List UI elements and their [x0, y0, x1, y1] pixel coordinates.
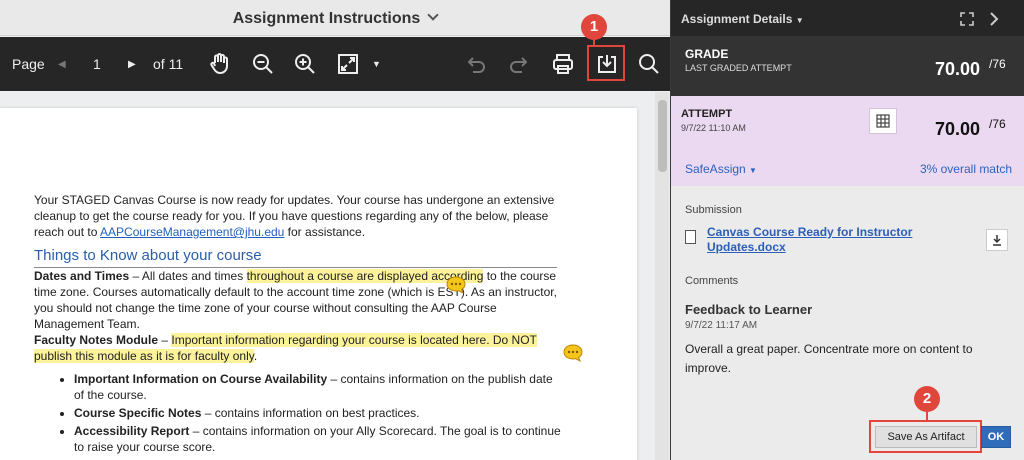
safeassign-match-link[interactable]: 3% overall match: [920, 162, 1012, 176]
panel-header: Assignment Details ▼: [671, 0, 1024, 36]
panel-title-text: Assignment Details: [681, 12, 793, 26]
file-download-button[interactable]: [986, 229, 1008, 251]
attempt-date: 9/7/22 11:10 AM: [681, 123, 746, 133]
page-count: of 11: [153, 56, 184, 72]
page-label: Page: [12, 56, 45, 72]
file-icon: [685, 230, 696, 244]
comments-label: Comments: [685, 275, 739, 287]
hand-tool-icon[interactable]: [206, 37, 234, 91]
grade-score: 70.00: [935, 59, 981, 79]
intro-text-end: for assistance.: [284, 225, 366, 239]
list-item-title: Course Specific Notes: [74, 406, 202, 420]
fit-page-icon[interactable]: [335, 37, 361, 91]
zoom-in-icon[interactable]: [291, 37, 319, 91]
faculty-text-end: .: [253, 349, 258, 363]
callout-2-badge: 2: [914, 386, 940, 412]
chevron-right-icon[interactable]: [989, 12, 999, 26]
list-item-title: Important Information on Course Availabi…: [74, 372, 328, 386]
undo-icon[interactable]: [463, 37, 489, 91]
attempt-score: 70.00: [935, 119, 981, 139]
scrollbar-thumb[interactable]: [658, 100, 667, 172]
document-content: Your STAGED Canvas Course is now ready f…: [34, 192, 564, 457]
feedback-title: Feedback to Learner: [685, 302, 813, 317]
feedback-text: Overall a great paper. Concentrate more …: [685, 342, 973, 375]
list-item: Accessibility Report – contains informat…: [74, 423, 564, 455]
faculty-paragraph: Faculty Notes Module – Important informa…: [34, 332, 564, 364]
chevron-down-icon[interactable]: [427, 9, 439, 21]
list-item: Important Information on Course Availabi…: [74, 371, 564, 403]
download-highlight-box: [587, 45, 625, 81]
submission-label: Submission: [685, 204, 742, 216]
attempt-out-of: /76: [989, 117, 1006, 131]
fit-options-chevron-icon[interactable]: ▼: [372, 37, 381, 91]
page-number-input[interactable]: 1: [93, 37, 101, 91]
next-page-icon[interactable]: ▶: [128, 37, 136, 91]
section-heading: Things to Know about your course: [34, 248, 557, 268]
dates-label: Dates and Times: [34, 269, 130, 283]
zoom-out-icon[interactable]: [249, 37, 277, 91]
attempt-label: ATTEMPT: [681, 108, 733, 120]
document-page: Your STAGED Canvas Course is now ready f…: [0, 108, 637, 460]
grade-sublabel: LAST GRADED ATTEMPT: [685, 63, 792, 73]
grade-out-of: /76: [989, 57, 1006, 71]
comment-bubble-icon[interactable]: [446, 276, 466, 294]
download-icon: [993, 234, 1001, 246]
module-list: Important Information on Course Availabi…: [74, 371, 564, 455]
viewer-title: Assignment Instructions: [232, 10, 421, 27]
list-item-text: – contains information on best practices…: [201, 406, 420, 420]
callout-1-badge: 1: [581, 14, 607, 40]
table-icon: [876, 114, 890, 128]
safeassign-label: SafeAssign: [685, 162, 746, 176]
redo-icon[interactable]: [506, 37, 532, 91]
grading-grid-button[interactable]: [869, 108, 897, 134]
intro-paragraph: Your STAGED Canvas Course is now ready f…: [34, 192, 564, 240]
chevron-down-icon[interactable]: ▼: [749, 166, 757, 175]
panel-title[interactable]: Assignment Details ▼: [681, 12, 804, 26]
save-as-artifact-button[interactable]: Save As Artifact: [875, 426, 977, 448]
comment-bubble-icon[interactable]: [563, 344, 583, 362]
prev-page-icon[interactable]: ◀: [58, 37, 66, 91]
ok-button[interactable]: OK: [981, 426, 1011, 448]
faculty-label: Faculty Notes Module: [34, 333, 159, 347]
dates-paragraph: Dates and Times – All dates and times th…: [34, 268, 564, 332]
list-item: Course Specific Notes – contains informa…: [74, 405, 564, 421]
grade-label: GRADE: [685, 47, 729, 61]
dates-text: – All dates and times: [129, 269, 247, 283]
document-viewer: Assignment Instructions Page ◀ 1 ▶ of 11…: [0, 0, 670, 460]
grade-section: GRADE LAST GRADED ATTEMPT 70.00 /76: [671, 36, 1024, 96]
safeassign-toggle[interactable]: SafeAssign ▼: [685, 162, 757, 176]
faculty-text: –: [158, 333, 172, 347]
submission-file-link[interactable]: Canvas Course Ready for Instructor Updat…: [707, 225, 947, 255]
print-icon[interactable]: [549, 37, 577, 91]
expand-icon[interactable]: [960, 12, 974, 26]
viewer-title-bar[interactable]: Assignment Instructions: [0, 0, 670, 36]
email-link[interactable]: AAPCourseManagement@jhu.edu: [100, 225, 284, 239]
search-icon[interactable]: [636, 37, 662, 91]
list-item-title: Accessibility Report: [74, 424, 190, 438]
attempt-section: ATTEMPT 9/7/22 11:10 AM 70.00 /76 SafeAs…: [671, 96, 1024, 186]
chevron-down-icon[interactable]: ▼: [796, 16, 804, 25]
assignment-details-panel: Assignment Details ▼ GRADE LAST GRADED A…: [670, 0, 1024, 460]
feedback-date: 9/7/22 11:17 AM: [685, 320, 758, 331]
viewer-toolbar: Page ◀ 1 ▶ of 11 ▼: [0, 37, 670, 91]
